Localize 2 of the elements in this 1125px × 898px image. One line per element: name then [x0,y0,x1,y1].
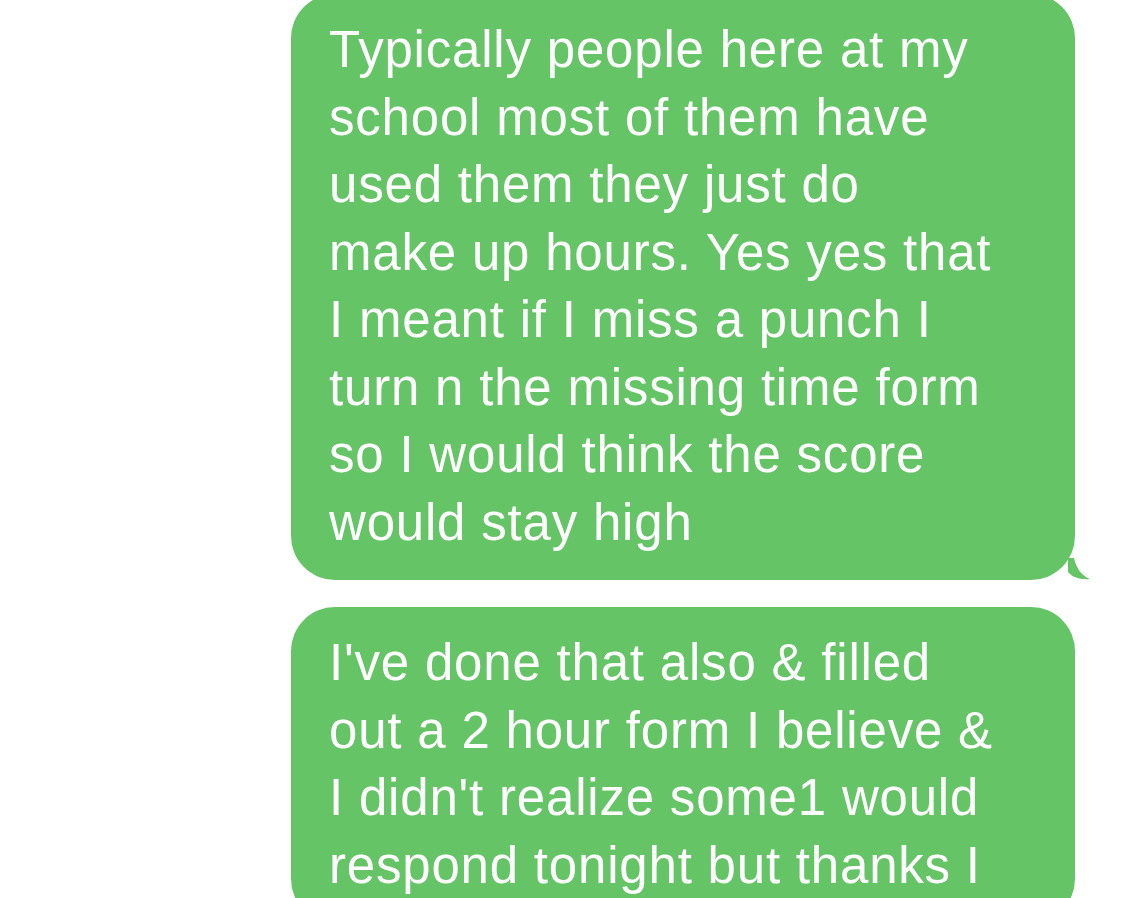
message-text: I've done that also & filled out a 2 hour form I believe & I didn't realize some1 would respond tonight but thanks I [329,633,994,896]
message-text: Typically people here at my school most of them have used them they just do make up hours. Yes yes that I meant if I miss a punch I turn n the missing time form so I would think the score would stay high [329,20,993,553]
